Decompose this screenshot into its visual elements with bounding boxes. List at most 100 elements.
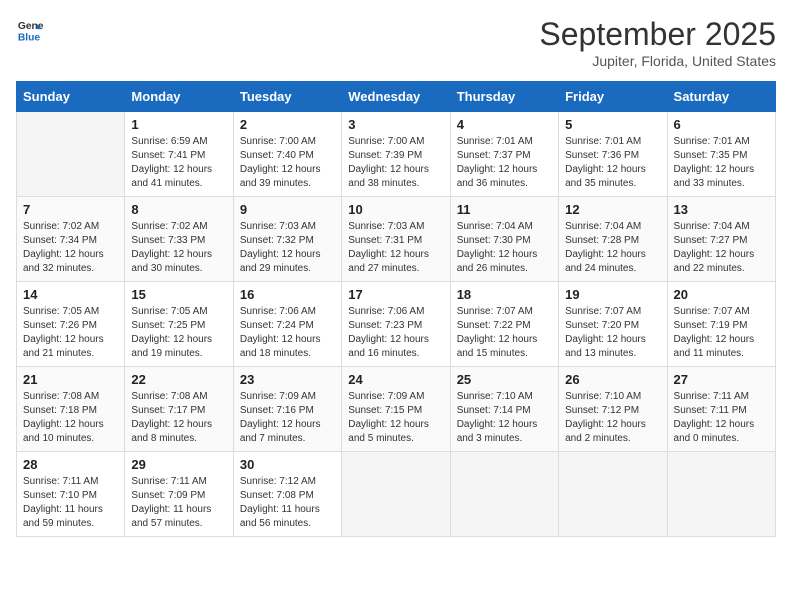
day-number: 13 bbox=[674, 202, 769, 217]
day-info: Sunrise: 7:05 AM Sunset: 7:26 PM Dayligh… bbox=[23, 305, 118, 361]
day-number: 14 bbox=[23, 287, 118, 302]
day-cell: 12Sunrise: 7:04 AM Sunset: 7:28 PM Dayli… bbox=[559, 197, 667, 282]
day-info: Sunrise: 7:01 AM Sunset: 7:35 PM Dayligh… bbox=[674, 135, 769, 191]
weekday-header-sunday: Sunday bbox=[17, 82, 125, 112]
day-number: 19 bbox=[565, 287, 660, 302]
week-row-2: 7 Sunrise: 7:02 AM Sunset: 7:34 PM Daylig… bbox=[17, 197, 776, 282]
day-cell bbox=[450, 452, 558, 537]
day-info: Sunrise: 7:00 AM Sunset: 7:39 PM Dayligh… bbox=[348, 135, 443, 191]
weekday-header-saturday: Saturday bbox=[667, 82, 775, 112]
day-info: Sunrise: 7:07 AM Sunset: 7:22 PM Dayligh… bbox=[457, 305, 552, 361]
day-info: Sunrise: 7:02 AM Sunset: 7:34 PM Dayligh… bbox=[23, 220, 118, 276]
day-info: Sunrise: 7:04 AM Sunset: 7:28 PM Dayligh… bbox=[565, 220, 660, 276]
day-number: 26 bbox=[565, 372, 660, 387]
day-cell: 18Sunrise: 7:07 AM Sunset: 7:22 PM Dayli… bbox=[450, 282, 558, 367]
calendar-table: SundayMondayTuesdayWednesdayThursdayFrid… bbox=[16, 81, 776, 537]
week-row-1: 1 Sunrise: 6:59 AM Sunset: 7:41 PM Daylig… bbox=[17, 112, 776, 197]
day-info: Sunrise: 7:04 AM Sunset: 7:27 PM Dayligh… bbox=[674, 220, 769, 276]
day-info: Sunrise: 7:07 AM Sunset: 7:20 PM Dayligh… bbox=[565, 305, 660, 361]
day-number: 1 bbox=[131, 117, 226, 132]
day-cell: 2Sunrise: 7:00 AM Sunset: 7:40 PM Daylig… bbox=[233, 112, 341, 197]
day-info: Sunrise: 7:07 AM Sunset: 7:19 PM Dayligh… bbox=[674, 305, 769, 361]
day-number: 4 bbox=[457, 117, 552, 132]
day-cell: 4 Sunrise: 7:01 AM Sunset: 7:37 PM Daylig… bbox=[450, 112, 558, 197]
day-info: Sunrise: 6:59 AM Sunset: 7:41 PM Dayligh… bbox=[131, 135, 226, 191]
day-info: Sunrise: 7:04 AM Sunset: 7:30 PM Dayligh… bbox=[457, 220, 552, 276]
day-info: Sunrise: 7:08 AM Sunset: 7:17 PM Dayligh… bbox=[131, 390, 226, 446]
day-number: 22 bbox=[131, 372, 226, 387]
day-info: Sunrise: 7:09 AM Sunset: 7:16 PM Dayligh… bbox=[240, 390, 335, 446]
day-number: 25 bbox=[457, 372, 552, 387]
weekday-header-row: SundayMondayTuesdayWednesdayThursdayFrid… bbox=[17, 82, 776, 112]
day-cell: 20 Sunrise: 7:07 AM Sunset: 7:19 PM Dayli… bbox=[667, 282, 775, 367]
day-number: 5 bbox=[565, 117, 660, 132]
day-cell: 29Sunrise: 7:11 AM Sunset: 7:09 PM Dayli… bbox=[125, 452, 233, 537]
week-row-4: 21 Sunrise: 7:08 AM Sunset: 7:18 PM Dayli… bbox=[17, 367, 776, 452]
day-number: 7 bbox=[23, 202, 118, 217]
day-number: 6 bbox=[674, 117, 769, 132]
day-number: 30 bbox=[240, 457, 335, 472]
day-number: 27 bbox=[674, 372, 769, 387]
day-cell: 8 Sunrise: 7:02 AM Sunset: 7:33 PM Daylig… bbox=[125, 197, 233, 282]
day-cell bbox=[17, 112, 125, 197]
day-cell: 16 Sunrise: 7:06 AM Sunset: 7:24 PM Dayli… bbox=[233, 282, 341, 367]
day-info: Sunrise: 7:06 AM Sunset: 7:23 PM Dayligh… bbox=[348, 305, 443, 361]
location: Jupiter, Florida, United States bbox=[539, 53, 776, 69]
page-header: General Blue September 2025 Jupiter, Flo… bbox=[16, 16, 776, 69]
day-info: Sunrise: 7:08 AM Sunset: 7:18 PM Dayligh… bbox=[23, 390, 118, 446]
day-cell: 7 Sunrise: 7:02 AM Sunset: 7:34 PM Daylig… bbox=[17, 197, 125, 282]
day-number: 28 bbox=[23, 457, 118, 472]
day-cell bbox=[559, 452, 667, 537]
day-cell: 11 Sunrise: 7:04 AM Sunset: 7:30 PM Dayli… bbox=[450, 197, 558, 282]
day-number: 21 bbox=[23, 372, 118, 387]
day-info: Sunrise: 7:02 AM Sunset: 7:33 PM Dayligh… bbox=[131, 220, 226, 276]
day-number: 23 bbox=[240, 372, 335, 387]
day-cell: 9Sunrise: 7:03 AM Sunset: 7:32 PM Daylig… bbox=[233, 197, 341, 282]
day-info: Sunrise: 7:12 AM Sunset: 7:08 PM Dayligh… bbox=[240, 475, 335, 531]
day-cell: 3 Sunrise: 7:00 AM Sunset: 7:39 PM Daylig… bbox=[342, 112, 450, 197]
day-number: 17 bbox=[348, 287, 443, 302]
weekday-header-friday: Friday bbox=[559, 82, 667, 112]
day-info: Sunrise: 7:09 AM Sunset: 7:15 PM Dayligh… bbox=[348, 390, 443, 446]
day-cell: 1 Sunrise: 6:59 AM Sunset: 7:41 PM Daylig… bbox=[125, 112, 233, 197]
day-number: 11 bbox=[457, 202, 552, 217]
day-cell: 15Sunrise: 7:05 AM Sunset: 7:25 PM Dayli… bbox=[125, 282, 233, 367]
day-cell: 25Sunrise: 7:10 AM Sunset: 7:14 PM Dayli… bbox=[450, 367, 558, 452]
day-info: Sunrise: 7:10 AM Sunset: 7:12 PM Dayligh… bbox=[565, 390, 660, 446]
day-cell: 27 Sunrise: 7:11 AM Sunset: 7:11 PM Dayli… bbox=[667, 367, 775, 452]
day-info: Sunrise: 7:11 AM Sunset: 7:11 PM Dayligh… bbox=[674, 390, 769, 446]
day-cell: 22 Sunrise: 7:08 AM Sunset: 7:17 PM Dayli… bbox=[125, 367, 233, 452]
weekday-header-thursday: Thursday bbox=[450, 82, 558, 112]
day-number: 16 bbox=[240, 287, 335, 302]
month-title: September 2025 bbox=[539, 16, 776, 53]
day-cell: 24 Sunrise: 7:09 AM Sunset: 7:15 PM Dayli… bbox=[342, 367, 450, 452]
day-number: 3 bbox=[348, 117, 443, 132]
weekday-header-monday: Monday bbox=[125, 82, 233, 112]
day-number: 9 bbox=[240, 202, 335, 217]
day-number: 10 bbox=[348, 202, 443, 217]
day-number: 8 bbox=[131, 202, 226, 217]
logo: General Blue bbox=[16, 16, 44, 44]
svg-text:General: General bbox=[18, 21, 44, 32]
day-number: 29 bbox=[131, 457, 226, 472]
day-cell: 5Sunrise: 7:01 AM Sunset: 7:36 PM Daylig… bbox=[559, 112, 667, 197]
day-info: Sunrise: 7:05 AM Sunset: 7:25 PM Dayligh… bbox=[131, 305, 226, 361]
day-cell: 10 Sunrise: 7:03 AM Sunset: 7:31 PM Dayli… bbox=[342, 197, 450, 282]
logo-icon: General Blue bbox=[16, 16, 44, 44]
day-cell: 30 Sunrise: 7:12 AM Sunset: 7:08 PM Dayli… bbox=[233, 452, 341, 537]
day-info: Sunrise: 7:03 AM Sunset: 7:31 PM Dayligh… bbox=[348, 220, 443, 276]
day-info: Sunrise: 7:01 AM Sunset: 7:37 PM Dayligh… bbox=[457, 135, 552, 191]
day-cell: 21 Sunrise: 7:08 AM Sunset: 7:18 PM Dayli… bbox=[17, 367, 125, 452]
day-cell: 23 Sunrise: 7:09 AM Sunset: 7:16 PM Dayli… bbox=[233, 367, 341, 452]
day-cell: 14 Sunrise: 7:05 AM Sunset: 7:26 PM Dayli… bbox=[17, 282, 125, 367]
calendar-body: 1 Sunrise: 6:59 AM Sunset: 7:41 PM Daylig… bbox=[17, 112, 776, 537]
day-cell: 6 Sunrise: 7:01 AM Sunset: 7:35 PM Daylig… bbox=[667, 112, 775, 197]
day-info: Sunrise: 7:06 AM Sunset: 7:24 PM Dayligh… bbox=[240, 305, 335, 361]
day-cell: 19 Sunrise: 7:07 AM Sunset: 7:20 PM Dayli… bbox=[559, 282, 667, 367]
day-number: 20 bbox=[674, 287, 769, 302]
day-number: 24 bbox=[348, 372, 443, 387]
weekday-header-tuesday: Tuesday bbox=[233, 82, 341, 112]
weekday-header-wednesday: Wednesday bbox=[342, 82, 450, 112]
day-cell: 17 Sunrise: 7:06 AM Sunset: 7:23 PM Dayli… bbox=[342, 282, 450, 367]
day-info: Sunrise: 7:00 AM Sunset: 7:40 PM Dayligh… bbox=[240, 135, 335, 191]
